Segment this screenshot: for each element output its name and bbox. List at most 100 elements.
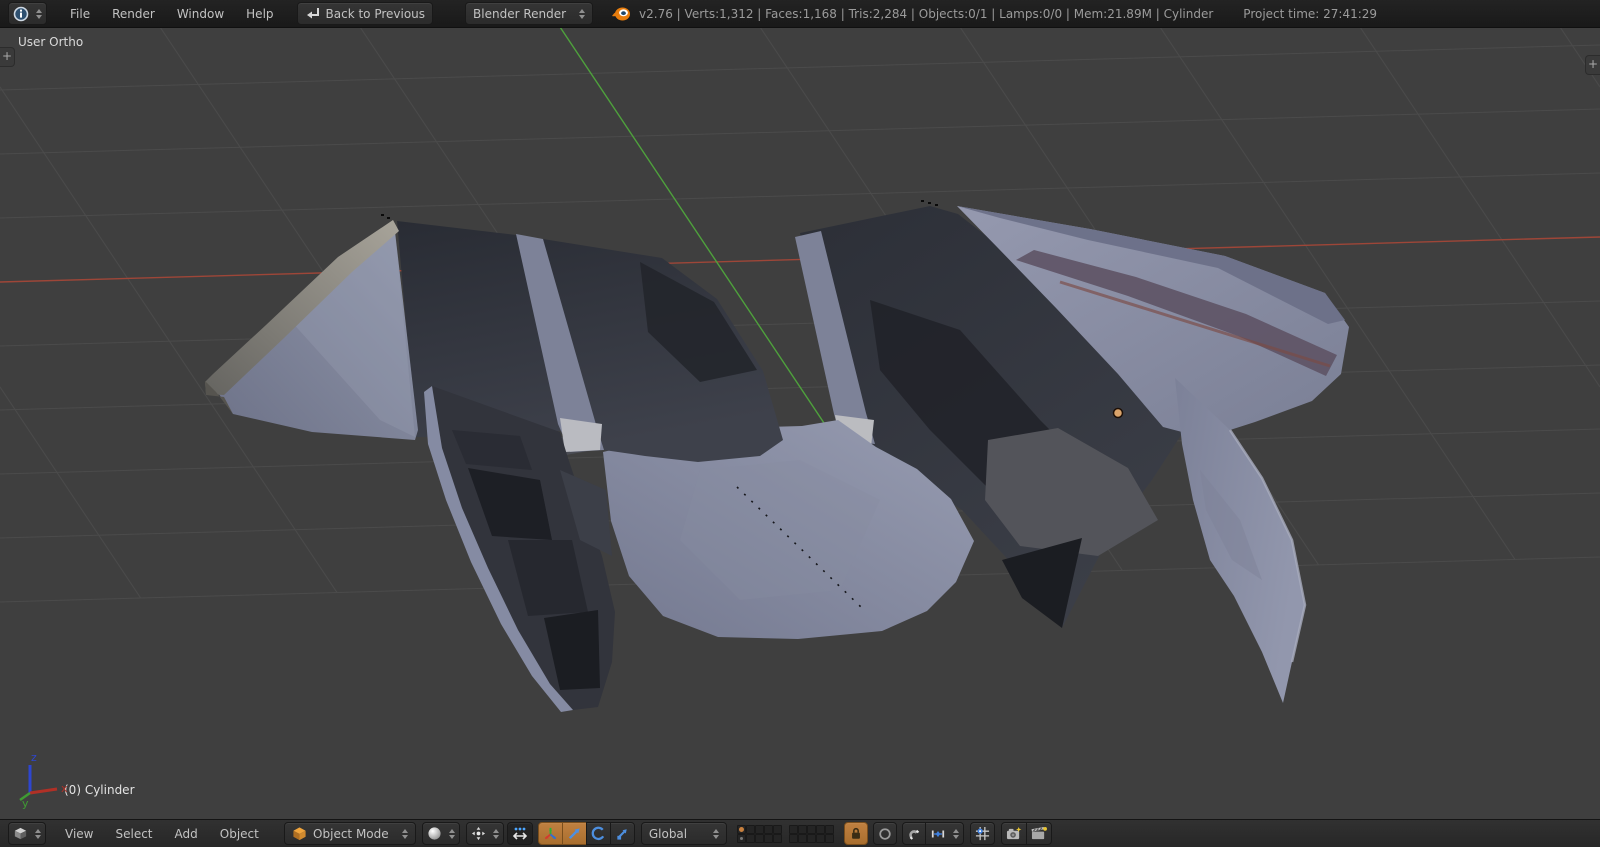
viewport-header: View Select Add Object Object Mode Globa… <box>0 819 1600 847</box>
menu-view[interactable]: View <box>54 827 104 841</box>
layer-toggle-6[interactable] <box>736 833 746 843</box>
proportional-edit-select[interactable] <box>872 822 897 845</box>
layer-toggle-11[interactable] <box>788 824 798 834</box>
viewport-3d[interactable]: User Ortho (0) Cylinder + + z x y <box>0 27 1600 820</box>
pivot-icon <box>471 826 485 841</box>
manipulator-translate-button[interactable] <box>561 822 587 845</box>
layer-toggle-1[interactable] <box>736 824 746 834</box>
lock-to-scene-icon <box>851 827 860 839</box>
layer-toggle-12[interactable] <box>797 824 807 834</box>
render-engine-select[interactable]: Blender Render <box>465 2 594 25</box>
layer-toggle-20[interactable] <box>824 833 834 843</box>
mode-arrows <box>401 828 408 839</box>
menu-object[interactable]: Object <box>209 827 270 841</box>
axis-x-label: x <box>61 782 68 795</box>
scale-icon <box>617 829 627 840</box>
layer-toggle-14[interactable] <box>815 824 825 834</box>
toolshelf-expand-tab[interactable]: + <box>0 47 15 67</box>
back-to-previous-button[interactable]: Back to Previous <box>296 2 434 25</box>
axis-y-label: y <box>22 797 29 809</box>
menu-render[interactable]: Render <box>101 7 166 21</box>
viewport-shading-select[interactable] <box>421 822 460 845</box>
info-icon <box>13 6 29 21</box>
viewport-canvas <box>0 27 1600 712</box>
properties-expand-tab[interactable]: + <box>1585 55 1600 75</box>
menu-window[interactable]: Window <box>166 7 235 21</box>
object-origin-dot <box>1112 407 1124 419</box>
lock-to-scene-toggle[interactable] <box>843 822 868 845</box>
manipulator-group <box>537 822 635 845</box>
manipulator-rotate-button[interactable] <box>585 822 611 845</box>
manipulator-icon <box>544 827 557 840</box>
menu-file[interactable]: File <box>59 7 101 21</box>
blender-window: { "app": {"name": "Blender"}, "top_heade… <box>0 0 1600 847</box>
project-time: Project time: 27:41:29 <box>1243 6 1378 21</box>
translate-icon <box>568 828 580 840</box>
layer-toggle-7[interactable] <box>745 833 755 843</box>
snap-group <box>901 822 964 845</box>
shading-arrows <box>448 828 455 839</box>
layer-toggle-9[interactable] <box>763 833 773 843</box>
layer-toggle-3[interactable] <box>754 824 764 834</box>
back-icon <box>306 8 319 19</box>
snap-element-select[interactable] <box>924 822 964 845</box>
absolute-grid-snap-icon <box>975 826 989 841</box>
marked-edge-dashes <box>381 200 938 219</box>
layer-toggle-18[interactable] <box>806 833 816 843</box>
manipulate-centers-toggle[interactable] <box>506 822 533 845</box>
manipulate-centers-icon <box>512 827 527 840</box>
layer-toggle-4[interactable] <box>763 824 773 834</box>
info-header: File Render Window Help Back to Previous… <box>0 0 1600 28</box>
menu-help[interactable]: Help <box>235 7 284 21</box>
pivot-point-select[interactable] <box>465 822 504 845</box>
cylinder-mesh-object[interactable] <box>205 200 1349 712</box>
render-engine-value: Blender Render <box>473 6 567 21</box>
editor-type-button-3dview[interactable] <box>8 822 46 845</box>
layer-toggle-17[interactable] <box>797 833 807 843</box>
layer-toggle-2[interactable] <box>745 824 755 834</box>
layer-toggle-19[interactable] <box>815 833 825 843</box>
orientation-arrows <box>712 828 719 839</box>
layer-toggle-16[interactable] <box>788 833 798 843</box>
snap-toggle[interactable] <box>901 822 926 845</box>
mini-axis-gizmo: z x y <box>19 751 68 809</box>
mode-value: Object Mode <box>313 826 389 841</box>
layer-toggle-15[interactable] <box>824 824 834 834</box>
editor-type-arrows <box>35 828 41 839</box>
snap-element-arrows <box>952 828 959 839</box>
editor-type-button[interactable] <box>8 2 47 25</box>
object-mode-cube-icon <box>293 827 306 841</box>
orientation-value: Global <box>648 826 688 841</box>
opengl-anim-icon <box>1031 826 1047 840</box>
layers-group-1 <box>736 824 782 843</box>
snap-magnet-icon <box>909 829 919 840</box>
view-name-label: User Ortho <box>18 35 84 49</box>
layer-toggle-5[interactable] <box>772 824 782 834</box>
opengl-render-animation-button[interactable] <box>1025 822 1052 845</box>
opengl-render-icon <box>1006 826 1022 840</box>
manipulator-toggle[interactable] <box>537 822 563 845</box>
layers-group-2 <box>788 824 834 843</box>
axis-z-label: z <box>31 751 37 764</box>
opengl-render-group <box>1000 822 1052 845</box>
menu-add[interactable]: Add <box>164 827 209 841</box>
editor-3dview-icon <box>14 827 27 840</box>
menu-select[interactable]: Select <box>104 827 163 841</box>
layer-toggle-10[interactable] <box>772 833 782 843</box>
absolute-grid-snap-toggle[interactable] <box>969 822 995 845</box>
layer-toggle-8[interactable] <box>754 833 764 843</box>
opengl-render-button[interactable] <box>1000 822 1027 845</box>
active-object-label: (0) Cylinder <box>64 783 135 797</box>
snap-increment-icon <box>931 830 944 837</box>
orientation-select[interactable]: Global <box>640 822 727 845</box>
render-engine-arrows <box>579 8 586 19</box>
layer-toggle-13[interactable] <box>806 824 816 834</box>
manipulator-scale-button[interactable] <box>609 822 635 845</box>
mode-select[interactable]: Object Mode <box>283 822 416 845</box>
rotate-icon <box>591 826 604 841</box>
editor-type-arrows <box>36 8 42 19</box>
scene-statistics: v2.76 | Verts:1,312 | Faces:1,168 | Tris… <box>639 6 1214 21</box>
pivot-arrows <box>492 828 499 839</box>
blender-logo <box>612 7 631 20</box>
back-to-previous-label: Back to Previous <box>325 6 426 21</box>
